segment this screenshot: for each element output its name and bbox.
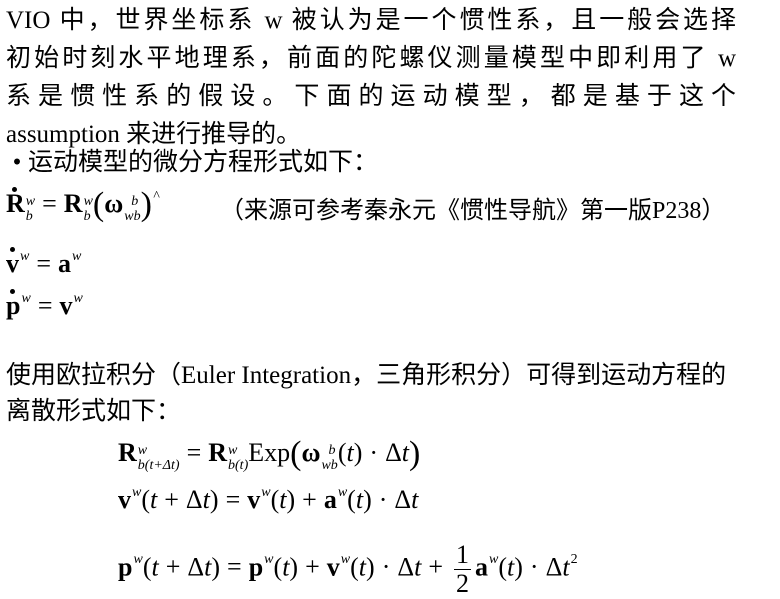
bullet-item: • 运动模型的微分方程形式如下：: [6, 144, 378, 182]
equation-position-derivative: pw = vw: [6, 289, 83, 320]
one-half-fraction: 12: [454, 540, 471, 598]
equation-rotation-derivative: Rw b = Rw b (ω b wb)^: [6, 186, 159, 224]
intro-line-3: 系是惯性系的假设。下面的运动模型，都是基于这个: [6, 83, 736, 110]
equation-velocity-derivative: vw = aw: [6, 247, 82, 278]
source-note: （来源可参考秦永元《惯性导航》第一版P238）: [220, 198, 726, 224]
document-page: VIO 中，世界坐标系 w 被认为是一个惯性系，且一般会选择 初始时刻水平地理系…: [0, 0, 780, 599]
bullet-text: 运动模型的微分方程形式如下：: [28, 149, 379, 176]
bullet-icon: •: [12, 149, 22, 176]
intro-line-2: 初始时刻水平地理系，前面的陀螺仪测量模型中即利用了 w: [6, 45, 736, 72]
intro-paragraph: VIO 中，世界坐标系 w 被认为是一个惯性系，且一般会选择 初始时刻水平地理系…: [6, 2, 736, 154]
intro-line-1: VIO 中，世界坐标系 w 被认为是一个惯性系，且一般会选择: [6, 7, 736, 34]
euler-paragraph: 使用欧拉积分（Euler Integration，三角形积分）可得到运动方程的离…: [6, 362, 727, 425]
equation-rotation-discrete: Rw b(t+Δt) = Rw b(t) Exp(ω b wb (t) · Δt): [118, 435, 421, 474]
equation-position-discrete: pw(t + Δt) = pw(t) + vw(t) · Δt +1 2 aw(t) · Δt2: [118, 540, 578, 598]
equation-velocity-discrete: vw(t + Δt) = vw(t) + aw(t) · Δt: [118, 485, 419, 514]
